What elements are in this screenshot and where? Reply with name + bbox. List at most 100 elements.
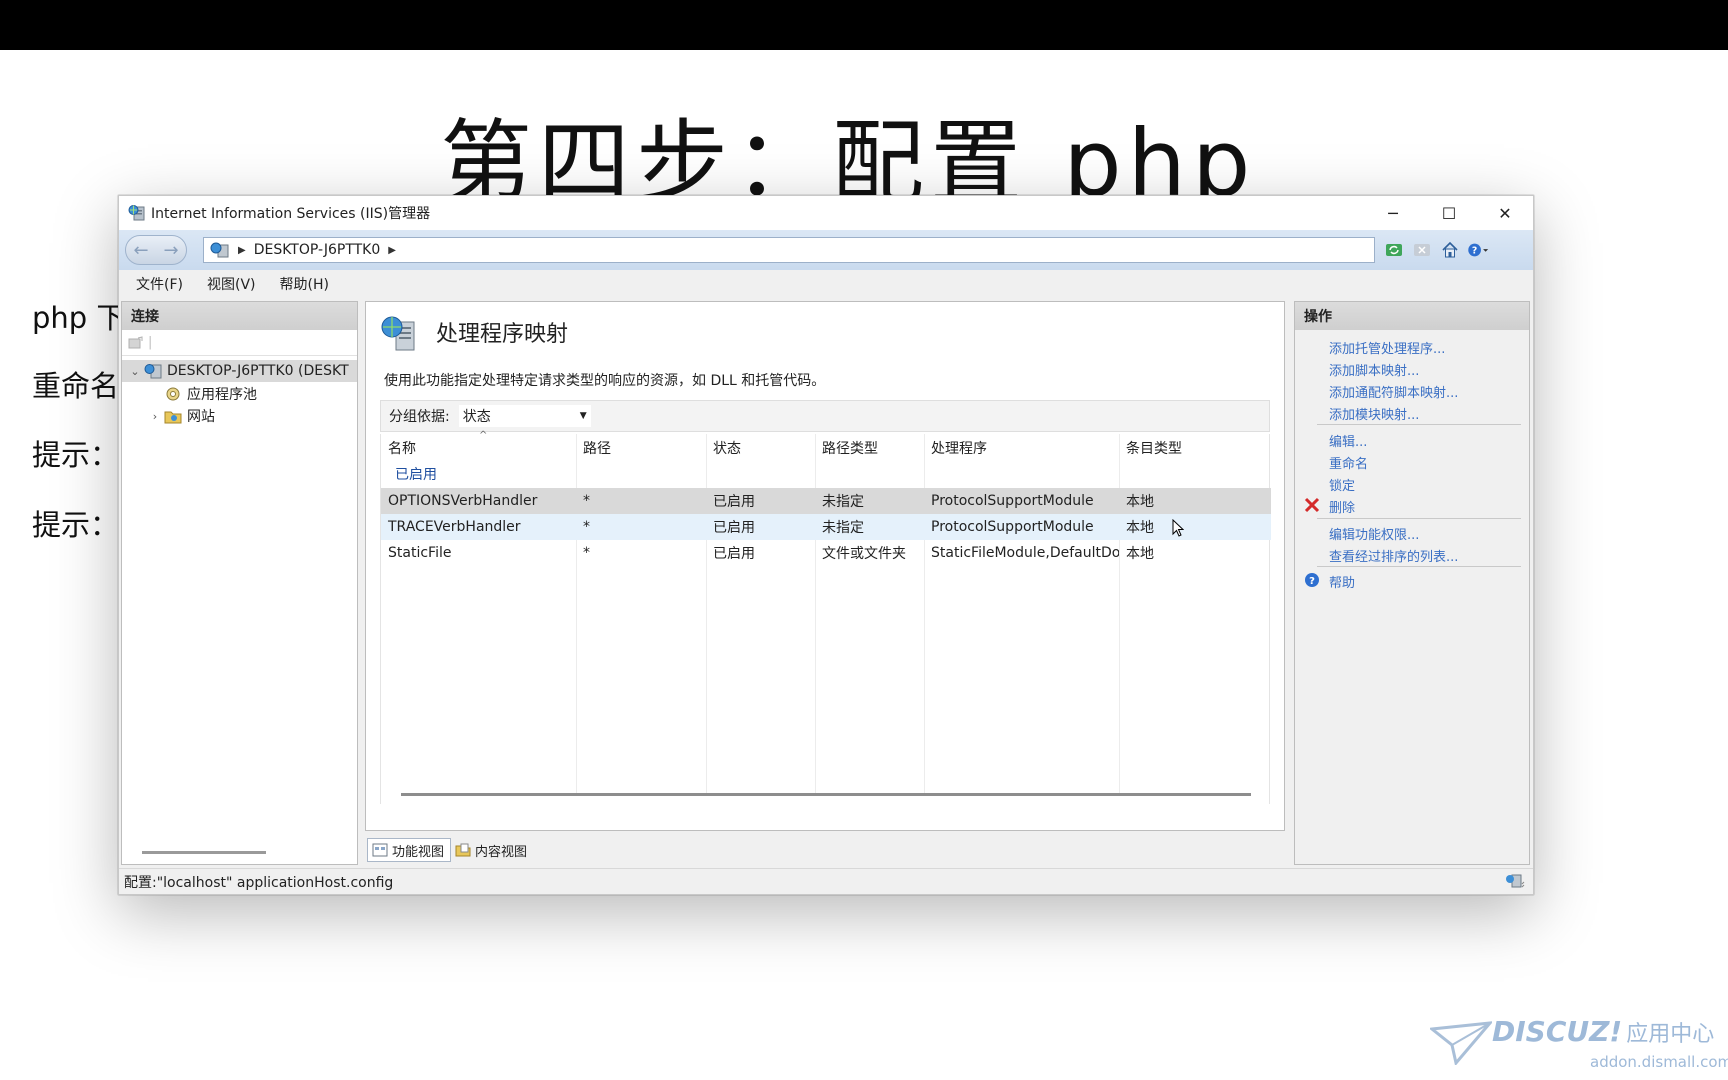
dropdown-arrow-icon[interactable]: ▼ (580, 411, 587, 421)
action-add-module-mapping[interactable]: 添加模块映射... (1329, 404, 1419, 423)
chevron-right-icon[interactable]: ▶ (388, 245, 396, 256)
stop-icon[interactable] (1411, 239, 1433, 261)
watermark-brand: DISCUZ! 应用中心 (1492, 1015, 1715, 1048)
action-rename[interactable]: 重命名 (1329, 453, 1368, 472)
connections-pane: 连接 | ⌄ DESKTOP-J6PTTK0 (DESKT 应用程序池 › 网站 (121, 301, 358, 865)
toolbar-divider: | (148, 335, 153, 350)
column-header-entry-type[interactable]: 条目类型 (1119, 434, 1271, 462)
svg-text:?: ? (1472, 245, 1477, 256)
tree-label[interactable]: DESKTOP-J6PTTK0 (DESKT (167, 363, 349, 379)
content-view-icon (455, 843, 471, 857)
feature-pane: 处理程序映射 使用此功能指定处理特定请求类型的响应的资源，如 DLL 和托管代码… (365, 301, 1285, 831)
horizontal-scrollbar[interactable] (142, 851, 266, 854)
features-view-icon (372, 843, 388, 857)
status-bar: 配置:"localhost" applicationHost.config (119, 868, 1533, 894)
sites-folder-icon (164, 411, 182, 424)
maximize-button[interactable]: ☐ (1421, 196, 1477, 230)
group-by-value[interactable]: 状态 (463, 406, 491, 426)
iis-app-icon (128, 205, 145, 221)
action-add-script-map[interactable]: 添加脚本映射... (1329, 360, 1419, 379)
feature-description: 使用此功能指定处理特定请求类型的响应的资源，如 DLL 和托管代码。 (384, 373, 826, 389)
menu-help[interactable]: 帮助(H) (280, 274, 329, 294)
nav-buttons: ← → (125, 235, 187, 265)
actions-pane: 操作 添加托管处理程序... 添加脚本映射... 添加通配符脚本映射... 添加… (1294, 301, 1530, 865)
status-server-icon (1506, 874, 1525, 888)
action-help[interactable]: 帮助 (1329, 572, 1355, 591)
chevron-right-icon[interactable]: ▶ (238, 245, 246, 256)
tree-node-server[interactable]: ⌄ DESKTOP-J6PTTK0 (DESKT (122, 360, 357, 382)
help-dropdown-icon[interactable]: ? (1467, 239, 1489, 261)
connect-icon[interactable] (128, 335, 144, 350)
title-bar: Internet Information Services (IIS)管理器 ─… (119, 196, 1533, 230)
actions-divider (1317, 566, 1521, 567)
action-edit-feature-permissions[interactable]: 编辑功能权限... (1329, 524, 1419, 543)
menu-file[interactable]: 文件(F) (136, 274, 183, 294)
group-by-select[interactable]: 状态 ▼ (457, 404, 592, 428)
back-arrow-icon[interactable]: ← (133, 240, 148, 261)
menu-view[interactable]: 视图(V) (207, 274, 256, 294)
server-icon (144, 364, 162, 379)
discuz-watermark: DISCUZ! 应用中心 addon.dismall.com (1430, 1015, 1728, 1077)
actions-header: 操作 (1295, 302, 1529, 330)
table-row[interactable]: TRACEVerbHandler * 已启用 未指定 ProtocolSuppo… (381, 514, 1271, 540)
forward-arrow-icon[interactable]: → (163, 240, 178, 261)
refresh-icon[interactable] (1383, 239, 1405, 261)
table-row[interactable]: StaticFile * 已启用 文件或文件夹 StaticFileModule… (381, 540, 1271, 566)
app-pool-icon (166, 387, 180, 401)
address-bar: ← → ▶ DESKTOP-J6PTTK0 ▶ ? (119, 230, 1533, 270)
paper-plane-logo-icon (1430, 1021, 1492, 1065)
action-edit[interactable]: 编辑... (1329, 431, 1367, 450)
menu-bar: 文件(F) 视图(V) 帮助(H) (119, 270, 1533, 298)
iis-manager-window: Internet Information Services (IIS)管理器 ─… (118, 195, 1534, 895)
mouse-cursor-icon (1172, 519, 1184, 537)
actions-divider (1317, 518, 1521, 519)
expand-right-icon[interactable]: › (148, 410, 162, 423)
slide-text-line: php 下 (32, 301, 126, 335)
tree-node-sites[interactable]: › 网站 (148, 405, 215, 427)
tab-features-view[interactable]: 功能视图 (367, 838, 452, 862)
connections-header: 连接 (122, 302, 357, 330)
slide-text-line: 提示： (32, 438, 120, 472)
address-breadcrumb[interactable]: ▶ DESKTOP-J6PTTK0 ▶ (203, 237, 1375, 263)
action-add-wildcard-script-map[interactable]: 添加通配符脚本映射... (1329, 382, 1458, 401)
handler-mappings-table: 名称 ^ 路径 状态 路径类型 处理程序 条目类型 已启用 OPTIONSVer… (380, 430, 1271, 804)
action-delete[interactable]: 删除 (1329, 497, 1355, 516)
minimize-button[interactable]: ─ (1365, 196, 1421, 230)
window-title: Internet Information Services (IIS)管理器 (151, 206, 431, 222)
svg-text:?: ? (1309, 576, 1315, 587)
tree-node-app-pools[interactable]: 应用程序池 (148, 383, 257, 405)
action-view-ordered-list[interactable]: 查看经过排序的列表... (1329, 546, 1458, 565)
column-header-name[interactable]: 名称 ^ (381, 430, 576, 462)
status-text: 配置:"localhost" applicationHost.config (124, 874, 394, 891)
tree-label[interactable]: 网站 (187, 406, 215, 426)
column-header-handler[interactable]: 处理程序 (924, 434, 1119, 462)
slide-text-line: 提示： (32, 508, 120, 542)
expand-down-icon[interactable]: ⌄ (128, 365, 142, 378)
action-add-managed-handler[interactable]: 添加托管处理程序... (1329, 338, 1445, 357)
column-header-path-type[interactable]: 路径类型 (815, 434, 924, 462)
action-lock[interactable]: 锁定 (1329, 475, 1355, 494)
home-icon[interactable] (1439, 239, 1461, 261)
help-icon[interactable]: ? (1303, 571, 1321, 589)
slide-text-line: 重命名 (32, 369, 120, 403)
tab-content-view[interactable]: 内容视图 (451, 838, 533, 862)
group-by-bar: 分组依据: 状态 ▼ (380, 400, 1270, 432)
watermark-url: addon.dismall.com (1590, 1053, 1728, 1071)
group-by-label: 分组依据: (389, 409, 450, 425)
column-header-state[interactable]: 状态 (706, 434, 815, 462)
handler-mappings-icon (381, 316, 415, 351)
video-top-bar (0, 0, 1728, 50)
feature-title: 处理程序映射 (436, 322, 569, 347)
group-header[interactable]: 已启用 (381, 462, 1271, 486)
delete-x-icon[interactable] (1303, 496, 1321, 514)
sort-ascending-icon: ^ (479, 430, 488, 441)
connections-toolbar: | (122, 330, 357, 356)
actions-divider (1317, 424, 1521, 425)
horizontal-scrollbar[interactable] (401, 793, 1251, 796)
server-globe-icon (210, 242, 229, 258)
close-button[interactable]: ✕ (1477, 196, 1533, 230)
column-header-path[interactable]: 路径 (576, 434, 706, 462)
breadcrumb-server[interactable]: DESKTOP-J6PTTK0 (254, 242, 381, 258)
tree-label[interactable]: 应用程序池 (187, 384, 257, 404)
table-row[interactable]: OPTIONSVerbHandler * 已启用 未指定 ProtocolSup… (381, 488, 1271, 514)
